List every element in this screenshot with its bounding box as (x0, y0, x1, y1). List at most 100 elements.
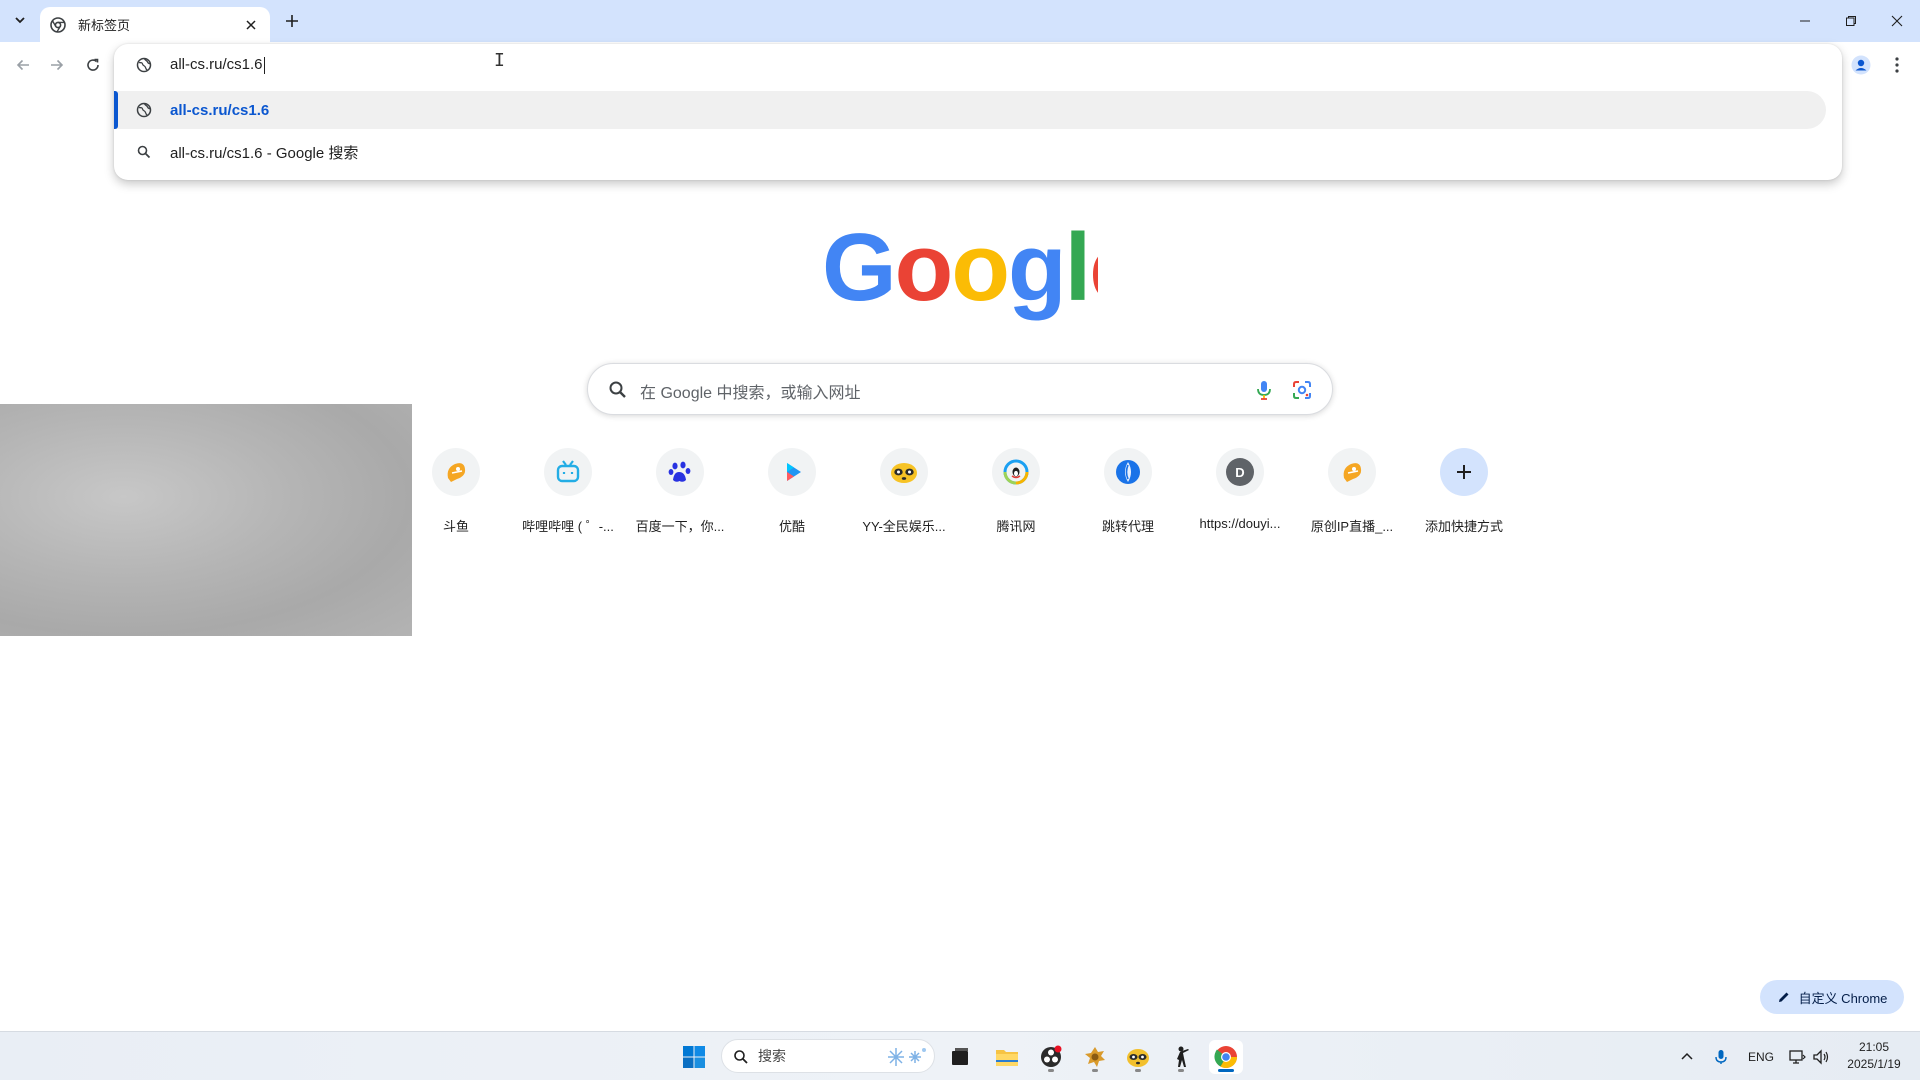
shortcut-label: 百度一下，你... (635, 519, 725, 534)
windows-taskbar: 搜索 ENG 21:05 2025/1/19 (0, 1031, 1920, 1080)
profile-button[interactable] (1846, 50, 1876, 80)
taskbar-search[interactable]: 搜索 (721, 1039, 935, 1073)
shortcut-label: https://douyi... (1199, 516, 1281, 531)
search-icon (733, 1049, 749, 1065)
address-bar[interactable]: all-cs.ru/cs1.6 I (114, 44, 1842, 86)
tab-strip: 新标签页 (0, 0, 1920, 42)
taskbar-app-game[interactable] (1078, 1040, 1112, 1074)
ntp-search-box[interactable]: 在 Google 中搜索，或输入网址 (587, 363, 1333, 415)
back-button[interactable] (8, 50, 38, 80)
shortcut-tile[interactable]: 原创IP直播_... (1296, 448, 1408, 540)
suggestion-text: all-cs.ru/cs1.6 (170, 101, 270, 119)
shortcut-tile[interactable]: Dhttps://douyi... (1184, 448, 1296, 540)
text-caret (263, 56, 265, 74)
task-view-button[interactable] (943, 1040, 977, 1074)
search-icon (608, 380, 628, 400)
running-indicator (1135, 1069, 1141, 1072)
arrow-left-icon (16, 59, 29, 71)
selection-indicator (114, 91, 118, 129)
taskbar-app-obs[interactable] (1034, 1040, 1068, 1074)
minimize-icon (1800, 20, 1810, 22)
tab-close-icon[interactable] (242, 16, 260, 34)
windows-logo-icon (683, 1046, 705, 1068)
shortcut-letter: D (1226, 458, 1254, 486)
forward-button[interactable] (42, 50, 72, 80)
douyu-icon (1328, 448, 1376, 496)
chevron-down-icon (15, 17, 25, 24)
add-shortcut-button[interactable]: 添加快捷方式 (1408, 448, 1520, 540)
chevron-up-icon (1681, 1052, 1693, 1060)
shortcut-tile[interactable]: 百度一下，你... (624, 448, 736, 540)
restore-icon (1846, 16, 1856, 26)
tab-title: 新标签页 (78, 18, 131, 33)
omnibox-suggestion-search[interactable]: all-cs.ru/cs1.6 - Google 搜索 (114, 133, 1826, 171)
chrome-icon (50, 16, 66, 33)
reload-button[interactable] (78, 50, 108, 80)
omnibox-dropdown: all-cs.ru/cs1.6 I all-cs.ru/cs1.6 all-cs… (114, 44, 1842, 180)
globe-icon (136, 57, 152, 73)
folder-icon (996, 1050, 1018, 1066)
shortcut-tile[interactable]: 跳转代理 (1072, 448, 1184, 540)
running-indicator (1092, 1069, 1098, 1072)
voice-search-icon[interactable] (1252, 378, 1276, 402)
reload-icon (87, 58, 99, 71)
shortcut-label: 优酷 (778, 519, 805, 534)
shortcut-tile[interactable]: 腾讯网 (960, 448, 1072, 540)
shortcut-label: 斗鱼 (442, 519, 469, 534)
search-icon (136, 144, 152, 160)
close-window-button[interactable] (1874, 0, 1920, 42)
proxy-icon (1104, 448, 1152, 496)
active-indicator (1218, 1069, 1234, 1072)
menu-button[interactable] (1882, 50, 1912, 80)
restore-button[interactable] (1828, 0, 1874, 42)
address-input[interactable]: all-cs.ru/cs1.6 (170, 56, 265, 74)
shortcut-tile[interactable]: YY-全民娱乐... (848, 448, 960, 540)
search-placeholder: 在 Google 中搜索，或输入网址 (640, 385, 861, 402)
customize-chrome-button[interactable]: 自定义 Chrome (1760, 980, 1904, 1014)
start-button[interactable] (677, 1040, 711, 1074)
taskbar-app-raccoon[interactable] (1121, 1040, 1155, 1074)
chrome-icon (1214, 1046, 1237, 1068)
snowflake-decoration-icon (884, 1045, 928, 1069)
arrow-right-icon (51, 59, 64, 71)
tab-new-tab[interactable]: 新标签页 (40, 7, 270, 42)
shortcut-tile[interactable]: 优酷 (736, 448, 848, 540)
shortcut-label: 添加快捷方式 (1424, 519, 1503, 534)
volume-icon (1813, 1048, 1829, 1065)
network-icon (1789, 1049, 1806, 1064)
tray-network[interactable] (1788, 1032, 1806, 1081)
more-vert-icon (1895, 57, 1899, 73)
tab-search-button[interactable] (8, 8, 32, 32)
google-lens-icon[interactable] (1290, 378, 1314, 402)
tray-overflow-button[interactable] (1680, 1032, 1694, 1081)
shortcut-label: 哔哩哔哩 ( ゜-... (522, 519, 614, 534)
letter-d-icon: D (1216, 448, 1264, 496)
bilibili-icon (544, 448, 592, 496)
taskbar-app-chrome[interactable] (1209, 1040, 1243, 1074)
globe-icon (136, 102, 152, 118)
person-icon (1851, 55, 1871, 75)
tray-volume[interactable] (1812, 1032, 1830, 1081)
pencil-icon (1777, 990, 1791, 1004)
shortcut-label: 跳转代理 (1101, 519, 1154, 534)
taskbar-file-explorer[interactable] (990, 1040, 1024, 1074)
baidu-paw-icon (656, 448, 704, 496)
blurred-preview-image (0, 404, 412, 636)
taskbar-clock[interactable]: 21:05 2025/1/19 (1836, 1039, 1912, 1073)
taskbar-search-label: 搜索 (758, 1048, 786, 1064)
running-indicator (1178, 1069, 1184, 1072)
close-icon (1891, 15, 1903, 27)
svg-text:Google: Google (822, 222, 1098, 321)
shortcut-tile[interactable]: 斗鱼 (400, 448, 512, 540)
shortcut-tile[interactable]: 哔哩哔哩 ( ゜-... (512, 448, 624, 540)
minimize-button[interactable] (1782, 0, 1828, 42)
task-view-icon (952, 1048, 968, 1065)
google-logo: Google (822, 222, 1098, 321)
tray-microphone[interactable] (1714, 1032, 1728, 1081)
new-tab-button[interactable] (280, 9, 304, 33)
raccoon-app-icon (1127, 1049, 1149, 1067)
omnibox-suggestion-url[interactable]: all-cs.ru/cs1.6 (114, 91, 1826, 129)
taskbar-app-counter-strike[interactable] (1164, 1040, 1198, 1074)
input-language[interactable]: ENG (1748, 1032, 1774, 1081)
plus-icon (1440, 448, 1488, 496)
